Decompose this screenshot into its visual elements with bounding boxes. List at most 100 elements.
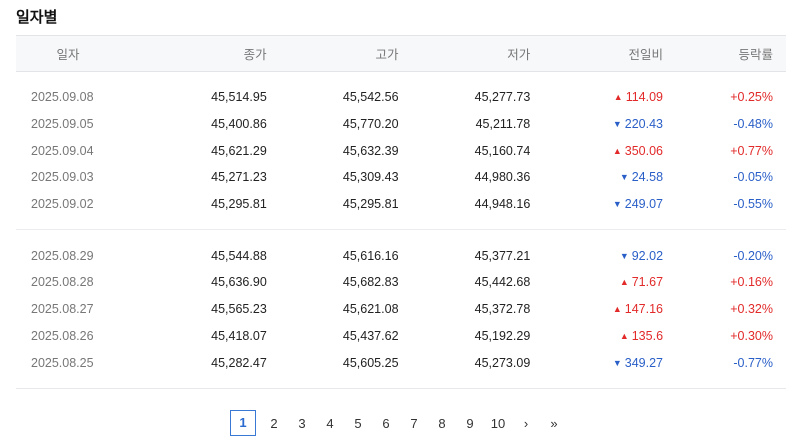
cell-date: 2025.09.05	[31, 117, 94, 132]
cell-close: 45,621.29	[211, 143, 267, 158]
cell-high: 45,632.39	[342, 143, 399, 158]
header-change: 전일비	[628, 47, 663, 62]
cell-low: 45,372.78	[474, 302, 531, 317]
change-value: 147.16	[624, 302, 664, 317]
cell-low: 45,160.74	[474, 143, 531, 158]
table-row: 2025.08.28 45,636.90 45,682.83 45,442.68 ▲ 71…	[16, 269, 786, 296]
page-link[interactable]: 6	[372, 416, 400, 431]
table-row: 2025.09.04 45,621.29 45,632.39 45,160.74 ▲ 35…	[16, 137, 786, 164]
cell-change: ▼ 220.43	[530, 117, 663, 131]
chevron-right-icon[interactable]: ›	[512, 416, 540, 431]
cell-change-rate: +0.25%	[730, 90, 773, 105]
table-row: 2025.08.26 45,418.07 45,437.62 45,192.29 ▲ 13…	[16, 323, 786, 350]
cell-low: 45,277.73	[474, 90, 531, 105]
change-value: 71.67	[631, 275, 664, 290]
cell-change: ▼ 24.58	[530, 170, 663, 184]
cell-high: 45,542.56	[342, 90, 399, 105]
table-row: 2025.08.27 45,565.23 45,621.08 45,372.78 ▲ 14…	[16, 296, 786, 323]
cell-date: 2025.08.27	[31, 302, 94, 317]
page-link[interactable]: 10	[484, 416, 512, 431]
cell-date: 2025.09.08	[31, 90, 94, 105]
cell-high: 45,295.81	[342, 197, 399, 212]
cell-change: ▲ 114.09	[530, 90, 663, 104]
table-row: 2025.09.05 45,400.86 45,770.20 45,211.78 ▼ 22…	[16, 111, 786, 138]
table-bottom-divider	[16, 387, 786, 389]
change-value: 220.43	[624, 117, 664, 132]
cell-high: 45,616.16	[342, 248, 399, 263]
cell-change-rate: +0.32%	[730, 302, 773, 317]
cell-change-rate: -0.20%	[733, 248, 773, 263]
cell-close: 45,636.90	[211, 275, 267, 290]
change-value: 114.09	[625, 90, 664, 105]
triangle-down-icon: ▼	[619, 172, 629, 183]
cell-low: 45,192.29	[474, 328, 531, 343]
cell-close: 45,418.07	[211, 328, 267, 343]
cell-change-rate: -0.48%	[733, 117, 773, 132]
cell-date: 2025.08.26	[31, 328, 94, 343]
cell-close: 45,514.95	[211, 90, 267, 105]
table-row: 2025.09.08 45,514.95 45,542.56 45,277.73 ▲ 11…	[16, 84, 786, 111]
cell-date: 2025.08.25	[31, 355, 94, 370]
cell-date: 2025.09.02	[31, 197, 94, 212]
triangle-down-icon: ▼	[612, 199, 622, 210]
change-value: 135.6	[631, 328, 664, 343]
cell-date: 2025.09.04	[31, 143, 94, 158]
cell-high: 45,437.62	[342, 328, 399, 343]
cell-low: 45,211.78	[475, 117, 531, 132]
cell-change: ▲ 71.67	[530, 275, 663, 289]
table-row: 2025.09.02 45,295.81 45,295.81 44,948.16 ▼ 24…	[16, 191, 786, 218]
cell-high: 45,770.20	[342, 117, 399, 132]
cell-high: 45,682.83	[342, 275, 399, 290]
cell-change: ▼ 92.02	[530, 249, 663, 263]
change-value: 349.27	[624, 355, 664, 370]
cell-date: 2025.09.03	[31, 170, 94, 185]
page-link[interactable]: 8	[428, 416, 456, 431]
page-link[interactable]: 9	[456, 416, 484, 431]
pagination: 1 2 3 4 5 6 7 8 9 10 ›»	[230, 410, 568, 436]
cell-date: 2025.08.29	[31, 248, 94, 263]
table-row: 2025.08.25 45,282.47 45,605.25 45,273.09 ▼ 34…	[16, 349, 786, 376]
triangle-up-icon: ▲	[612, 304, 622, 315]
cell-change-rate: +0.30%	[730, 328, 773, 343]
header-low: 저가	[507, 47, 531, 62]
cell-low: 44,948.16	[474, 197, 531, 212]
cell-low: 45,273.09	[474, 355, 531, 370]
header-date: 일자	[56, 47, 80, 62]
page-title: 일자별	[16, 8, 58, 26]
page-link[interactable]: 2	[260, 416, 288, 431]
header-high: 고가	[375, 47, 399, 62]
header-close: 종가	[243, 47, 267, 62]
triangle-up-icon: ▲	[613, 92, 623, 103]
triangle-up-icon: ▲	[612, 145, 622, 156]
daily-price-table: 일자 종가 고가 저가 전일비 등락률 2025.09.08 45,514.95 4…	[16, 35, 786, 389]
row-group-b: 2025.08.29 45,544.88 45,616.16 45,377.21 ▼ 92…	[16, 242, 786, 375]
double-chevron-right-icon[interactable]: »	[540, 416, 568, 431]
cell-close: 45,295.81	[211, 197, 267, 212]
page-link[interactable]: 3	[288, 416, 316, 431]
change-value: 249.07	[624, 197, 664, 212]
group-divider	[16, 229, 786, 231]
cell-change: ▼ 349.27	[530, 356, 663, 370]
page-current[interactable]: 1	[230, 410, 256, 436]
cell-change: ▲ 135.6	[530, 329, 663, 343]
change-value: 24.58	[631, 170, 664, 185]
triangle-down-icon: ▼	[612, 119, 622, 130]
cell-change: ▲ 147.16	[530, 302, 663, 316]
page-link[interactable]: 4	[316, 416, 344, 431]
cell-close: 45,544.88	[211, 248, 267, 263]
cell-close: 45,565.23	[211, 302, 267, 317]
cell-change: ▼ 249.07	[530, 197, 663, 211]
cell-close: 45,400.86	[211, 117, 267, 132]
row-group-a: 2025.09.08 45,514.95 45,542.56 45,277.73 ▲ 11…	[16, 84, 786, 217]
cell-close: 45,282.47	[211, 355, 267, 370]
page-link[interactable]: 5	[344, 416, 372, 431]
cell-change-rate: +0.16%	[730, 275, 773, 290]
table-row: 2025.08.29 45,544.88 45,616.16 45,377.21 ▼ 92…	[16, 242, 786, 269]
header-change-rate: 등락률	[738, 47, 773, 62]
triangle-up-icon: ▲	[619, 277, 629, 288]
page-link[interactable]: 7	[400, 416, 428, 431]
cell-date: 2025.08.28	[31, 275, 94, 290]
cell-low: 45,442.68	[474, 275, 531, 290]
triangle-down-icon: ▼	[619, 250, 629, 261]
cell-close: 45,271.23	[211, 170, 267, 185]
